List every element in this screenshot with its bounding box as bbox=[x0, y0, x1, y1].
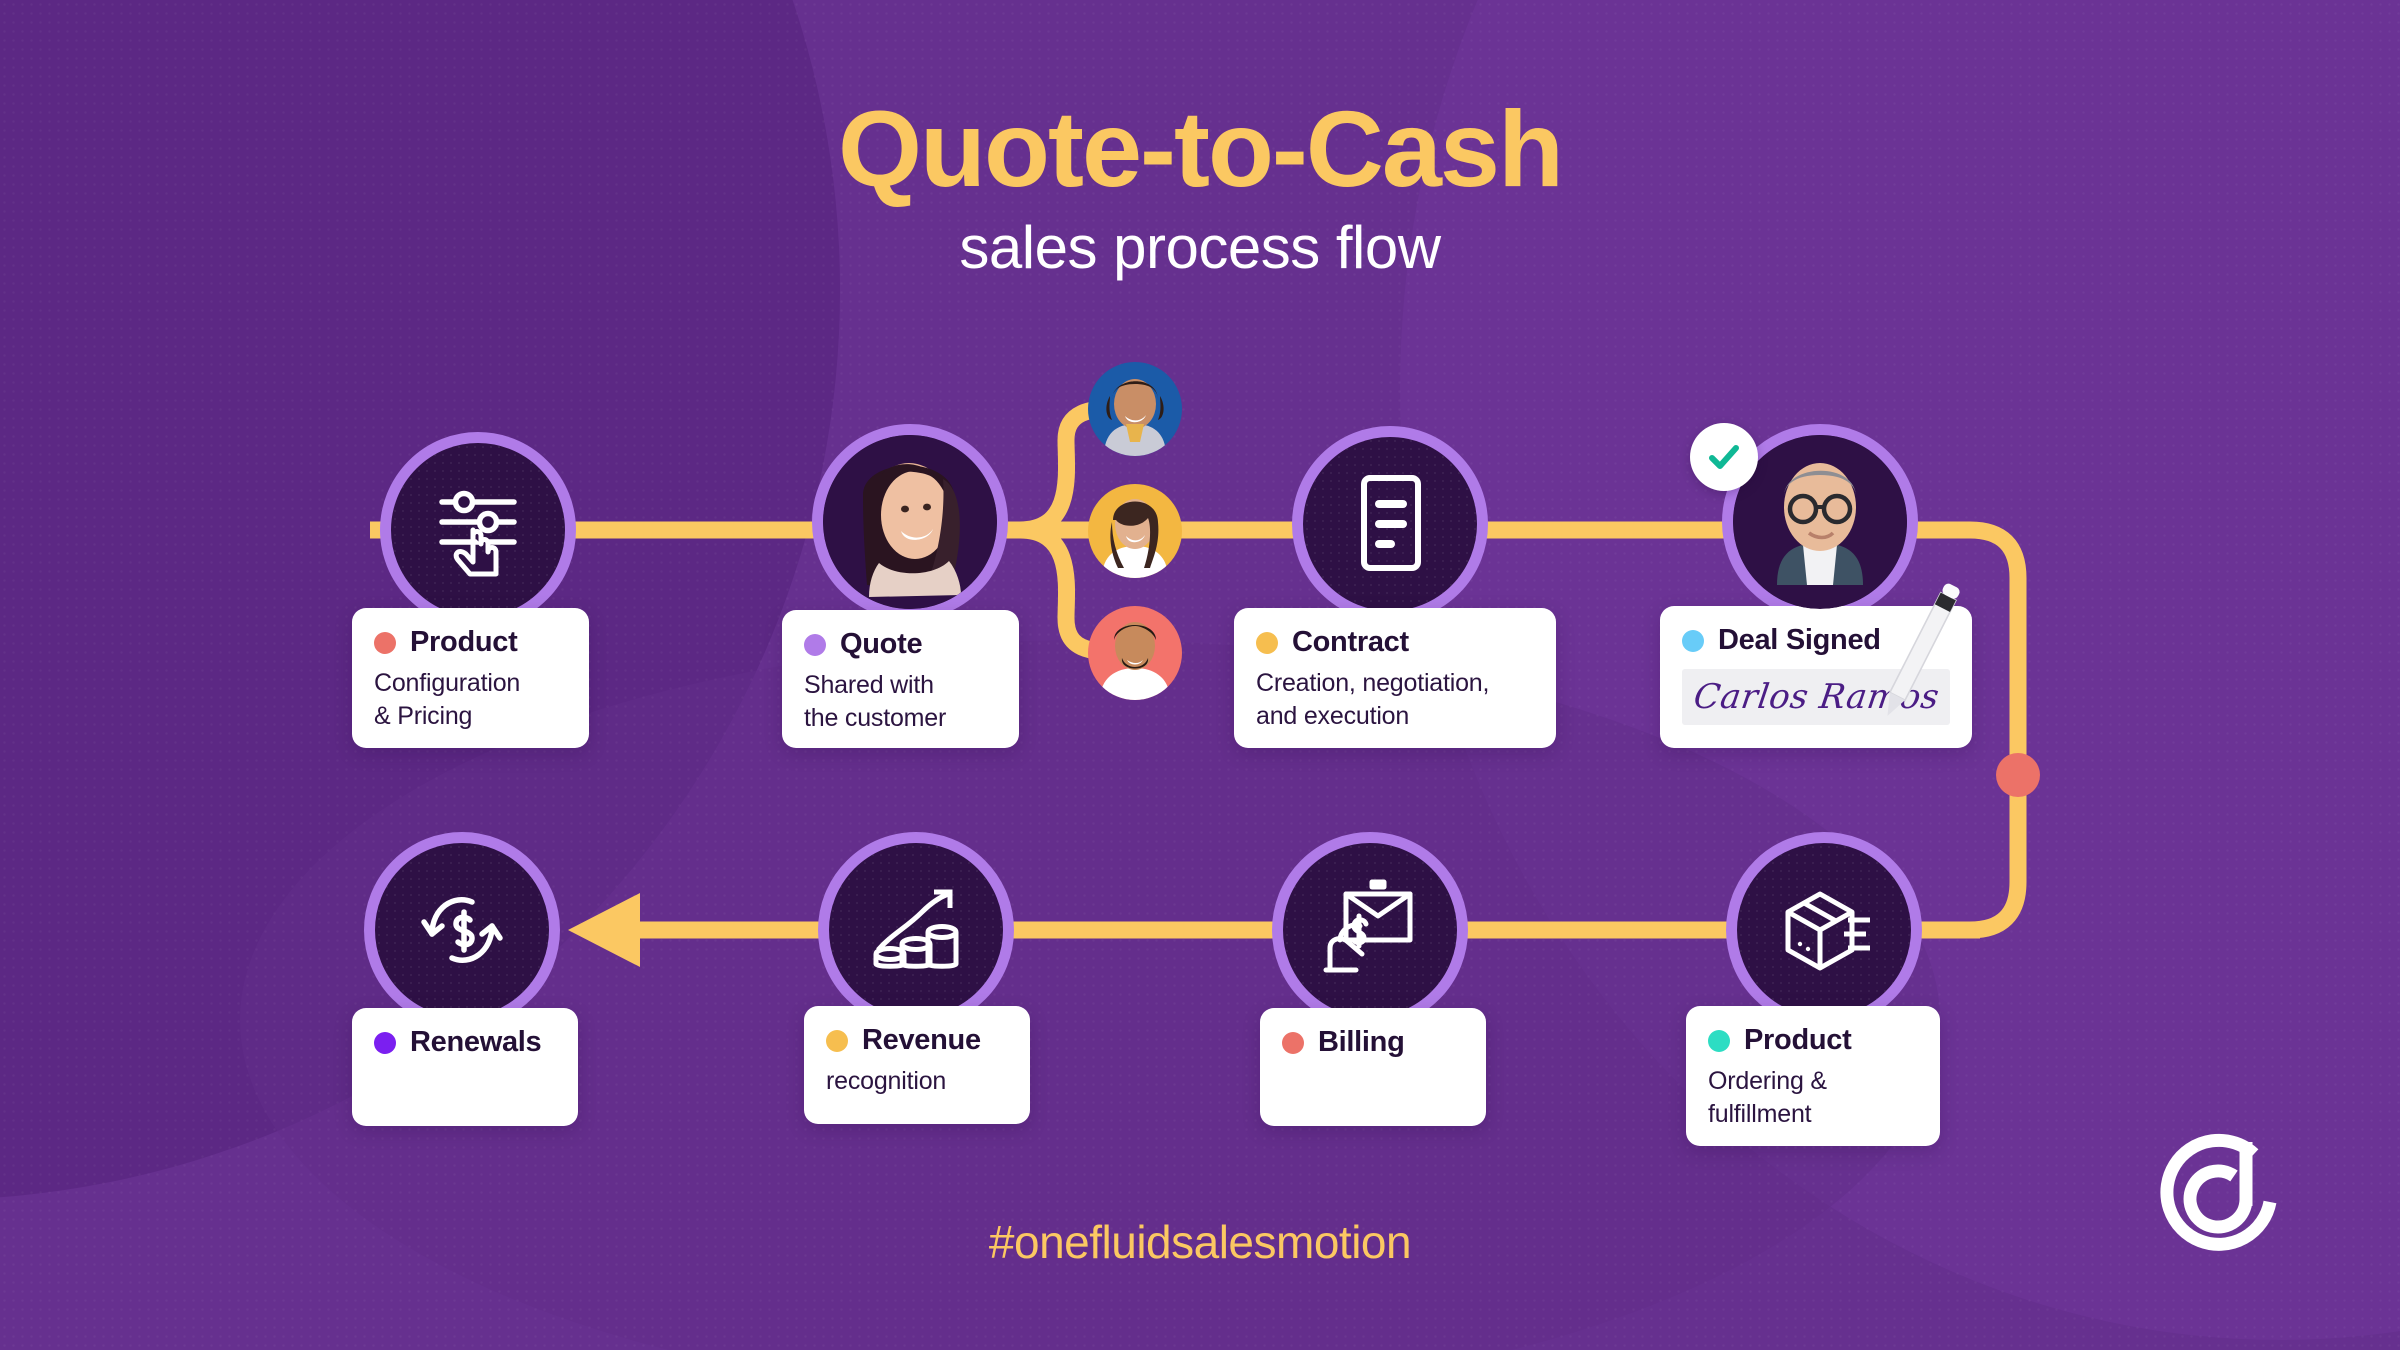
card-title: Quote bbox=[840, 628, 923, 660]
card-billing[interactable]: Billing bbox=[1260, 1008, 1486, 1126]
node-contract[interactable] bbox=[1292, 426, 1488, 622]
quote-person-photo bbox=[823, 435, 997, 609]
flow-marker-dot bbox=[1996, 753, 2040, 797]
status-dot bbox=[374, 631, 396, 654]
card-title: Revenue bbox=[862, 1024, 981, 1056]
dealhub-d-logo bbox=[2160, 1133, 2277, 1251]
card-subtitle-line1: Ordering & bbox=[1708, 1067, 1827, 1095]
card-contract[interactable]: Contract Creation, negotiation, and exec… bbox=[1234, 608, 1556, 748]
card-subtitle-line1: Creation, negotiation, bbox=[1256, 669, 1490, 697]
status-dot bbox=[1682, 629, 1704, 652]
node-product-ordering[interactable] bbox=[1726, 832, 1922, 1028]
card-header: Quote bbox=[804, 628, 997, 661]
card-quote[interactable]: Quote Shared with the customer bbox=[782, 610, 1019, 748]
sliders-hand-icon bbox=[439, 490, 517, 577]
card-header: Deal Signed bbox=[1682, 624, 1950, 657]
arrowhead-to-renewals bbox=[568, 893, 640, 967]
card-header: Billing bbox=[1282, 1026, 1464, 1059]
card-title: Renewals bbox=[410, 1026, 542, 1058]
card-header: Revenue bbox=[826, 1024, 1008, 1057]
infographic-canvas: Quote-to-Cash sales process flow Product… bbox=[0, 0, 2400, 1350]
card-header: Product bbox=[374, 626, 567, 659]
card-subtitle-line1: recognition bbox=[826, 1067, 947, 1095]
node-renewals[interactable] bbox=[364, 832, 560, 1028]
card-product-ordering[interactable]: Product Ordering & fulfillment bbox=[1686, 1006, 1940, 1146]
card-title: Product bbox=[410, 626, 518, 658]
card-header: Product bbox=[1708, 1024, 1918, 1057]
card-subtitle-line1: Shared with bbox=[804, 671, 934, 699]
check-icon bbox=[1709, 445, 1739, 469]
deal-signed-check-badge bbox=[1690, 423, 1758, 491]
status-dot bbox=[374, 1031, 396, 1054]
package-box-icon bbox=[1785, 891, 1870, 971]
card-title: Billing bbox=[1318, 1026, 1405, 1058]
node-product-configuration[interactable] bbox=[380, 432, 576, 628]
card-header: Renewals bbox=[374, 1026, 556, 1059]
card-revenue-recognition[interactable]: Revenue recognition bbox=[804, 1006, 1030, 1124]
avatar-bottom bbox=[1088, 606, 1182, 700]
node-quote[interactable] bbox=[812, 424, 1008, 620]
card-deal-signed[interactable]: Deal Signed Carlos Ramos bbox=[1660, 606, 1972, 748]
card-subtitle-line2: & Pricing bbox=[374, 702, 473, 730]
card-subtitle-line2: the customer bbox=[804, 704, 947, 732]
hashtag: #onefluidsalesmotion bbox=[988, 1216, 1412, 1268]
coins-growth-icon bbox=[873, 889, 959, 969]
card-subtitle: Configuration & Pricing bbox=[374, 667, 567, 733]
card-subtitle: Shared with the customer bbox=[804, 669, 997, 735]
status-dot bbox=[804, 633, 826, 656]
deal-signed-person-photo bbox=[1733, 435, 1907, 609]
card-subtitle: Ordering & fulfillment bbox=[1708, 1065, 1918, 1131]
card-subtitle-line2: fulfillment bbox=[1708, 1100, 1812, 1128]
card-title: Product bbox=[1744, 1024, 1852, 1056]
node-revenue-recognition[interactable] bbox=[818, 832, 1014, 1028]
status-dot bbox=[826, 1029, 848, 1052]
avatar-top bbox=[1088, 362, 1182, 456]
card-title: Deal Signed bbox=[1718, 624, 1881, 656]
card-subtitle-line2: and execution bbox=[1256, 702, 1410, 730]
card-subtitle: recognition bbox=[826, 1065, 1008, 1098]
hand-envelope-dollar-icon bbox=[1323, 879, 1413, 973]
signature-text: Carlos Ramos bbox=[1690, 677, 1942, 717]
card-title: Contract bbox=[1292, 626, 1409, 658]
card-renewals[interactable]: Renewals bbox=[352, 1008, 578, 1126]
dollar-refresh-icon bbox=[421, 897, 503, 963]
card-subtitle: Creation, negotiation, and execution bbox=[1256, 667, 1534, 733]
status-dot bbox=[1256, 631, 1278, 654]
status-dot bbox=[1282, 1031, 1304, 1054]
document-icon bbox=[1361, 475, 1421, 571]
signature-box: Carlos Ramos bbox=[1682, 669, 1950, 725]
node-billing[interactable] bbox=[1272, 832, 1468, 1028]
card-product-configuration[interactable]: Product Configuration & Pricing bbox=[352, 608, 589, 748]
avatar-middle bbox=[1088, 484, 1182, 578]
card-subtitle-line1: Configuration bbox=[374, 669, 521, 697]
card-header: Contract bbox=[1256, 626, 1534, 659]
status-dot bbox=[1708, 1029, 1730, 1052]
